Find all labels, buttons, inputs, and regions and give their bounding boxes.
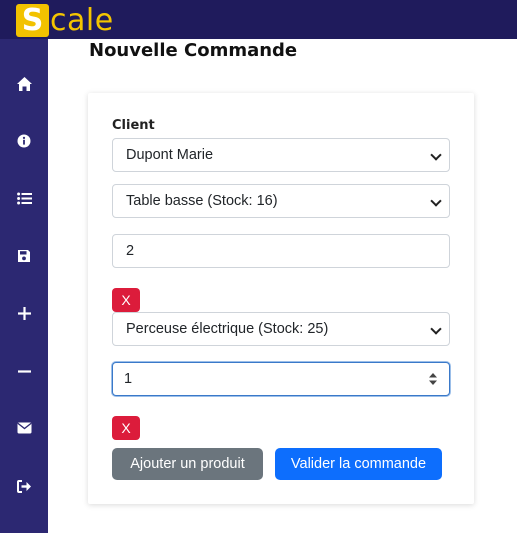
quantity-input[interactable]: 2 [112, 234, 450, 268]
logout-icon[interactable] [13, 475, 35, 497]
quantity-input[interactable]: 1 [112, 362, 450, 396]
list-icon[interactable] [13, 187, 35, 209]
remove-line-button[interactable]: X [112, 416, 140, 440]
client-select-value: Dupont Marie [126, 147, 214, 163]
product-select-value: Table basse (Stock: 16) [126, 193, 278, 209]
plus-icon[interactable] [13, 302, 35, 324]
sidebar [0, 39, 48, 533]
home-icon[interactable] [13, 73, 35, 95]
minus-icon[interactable] [13, 360, 35, 382]
product-select-value: Perceuse électrique (Stock: 25) [126, 321, 329, 337]
product-select[interactable]: Perceuse électrique (Stock: 25) [112, 312, 450, 346]
save-icon[interactable] [13, 245, 35, 267]
logo-letter: S [16, 4, 49, 37]
spinner-arrows-icon[interactable] [428, 372, 438, 386]
envelope-icon[interactable] [13, 417, 35, 439]
remove-line-button[interactable]: X [112, 288, 140, 312]
top-bar: S cale [0, 0, 517, 39]
page-title: Nouvelle Commande [89, 40, 298, 61]
submit-order-button[interactable]: Valider la commande [275, 448, 442, 480]
client-label: Client [112, 118, 155, 133]
app-logo[interactable]: S cale [16, 4, 114, 37]
quantity-value: 1 [124, 371, 133, 387]
product-select[interactable]: Table basse (Stock: 16) [112, 184, 450, 218]
info-icon[interactable] [13, 130, 35, 152]
add-product-button[interactable]: Ajouter un produit [112, 448, 263, 480]
logo-text: cale [50, 3, 114, 38]
client-select[interactable]: Dupont Marie [112, 138, 450, 172]
quantity-value: 2 [126, 243, 135, 259]
